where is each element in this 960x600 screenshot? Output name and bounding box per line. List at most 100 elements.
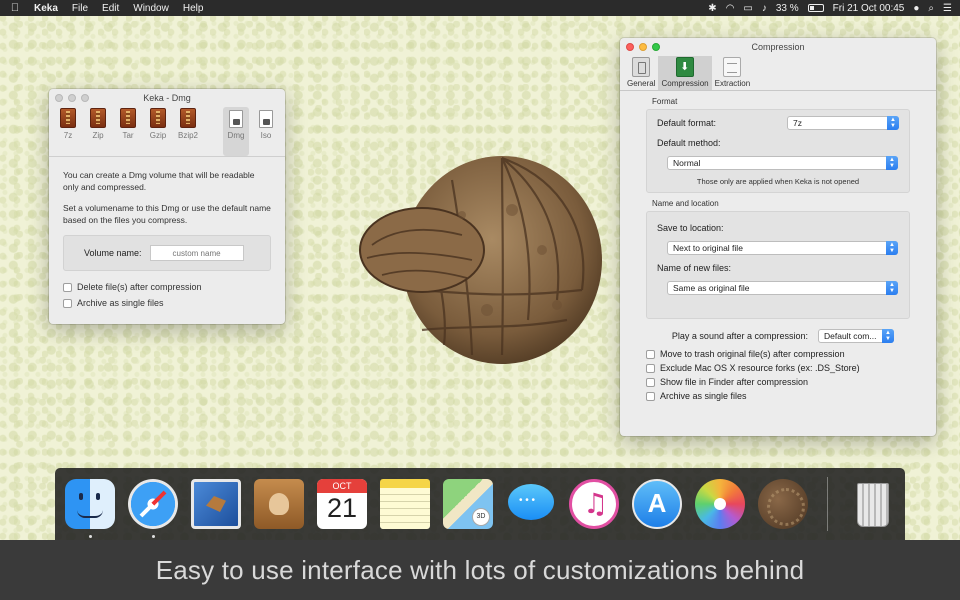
wifi-icon[interactable]: ◠ — [726, 3, 735, 14]
menu-edit[interactable]: Edit — [102, 3, 119, 14]
disk-image-icon — [259, 110, 273, 128]
messages-icon[interactable] — [506, 479, 556, 529]
popup-value: Normal — [673, 158, 701, 168]
zoom-button[interactable] — [81, 94, 89, 102]
minimize-button[interactable] — [68, 94, 76, 102]
save-location-row: Next to original file ▲ ▼ — [647, 238, 909, 258]
menubar:  Keka File Edit Window Help ✱ ◠ ▭ ♪ 33 … — [0, 0, 960, 16]
archive-icon — [150, 108, 166, 128]
popup-value: 7z — [793, 118, 802, 128]
volume-icon[interactable]: ♪ — [762, 3, 767, 14]
bluetooth-icon[interactable]: ✱ — [708, 3, 716, 14]
zoom-button[interactable] — [652, 43, 660, 51]
compression-window-title: Compression — [751, 42, 805, 52]
save-location-label: Save to location: — [657, 223, 724, 233]
format-zip[interactable]: Zip — [85, 107, 111, 156]
safari-icon[interactable] — [128, 479, 178, 538]
user-icon[interactable]: ● — [913, 3, 919, 14]
option-delete-files[interactable]: Delete file(s) after compression — [63, 281, 271, 293]
popup-arrows-icon: ▲ ▼ — [886, 241, 898, 255]
option-archive-single[interactable]: Archive as single files — [63, 297, 271, 309]
tab-extraction[interactable]: Extraction — [712, 56, 754, 90]
default-format-popup[interactable]: 7z ▲ ▼ — [787, 116, 899, 130]
location-group: Save to location: Next to original file … — [646, 211, 910, 319]
apple-menu-icon[interactable]:  — [8, 2, 22, 14]
option-label: Exclude Mac OS X resource forks (ex: .DS… — [660, 363, 860, 373]
finder-icon[interactable] — [65, 479, 115, 538]
battery-percent[interactable]: 33 % — [776, 3, 799, 14]
close-button[interactable] — [626, 43, 634, 51]
default-method-label-row: Default method: — [647, 133, 909, 153]
preferences-toolbar: General Compression Extraction — [620, 56, 936, 91]
defaults-note: Those only are applied when Keka is not … — [696, 177, 860, 186]
tab-general[interactable]: General — [624, 56, 658, 90]
contacts-icon[interactable] — [254, 479, 304, 529]
format-label: Iso — [260, 131, 272, 140]
trash-icon[interactable] — [847, 479, 897, 529]
volume-name-label: Volume name: — [84, 248, 142, 258]
option-exclude-resource-forks[interactable]: Exclude Mac OS X resource forks (ex: .DS… — [646, 363, 910, 373]
checkbox[interactable] — [646, 349, 655, 359]
format-iso[interactable]: Iso — [253, 107, 279, 156]
keka-pillbug-illustration — [359, 156, 602, 364]
default-method-popup[interactable]: Normal ▲ ▼ — [667, 156, 898, 170]
notes-icon[interactable] — [380, 479, 430, 529]
battery-icon[interactable] — [807, 4, 824, 12]
compression-titlebar[interactable]: Compression — [620, 38, 936, 56]
minimize-button[interactable] — [639, 43, 647, 51]
archive-icon — [90, 108, 106, 128]
format-7z[interactable]: 7z — [55, 107, 81, 156]
running-indicator — [152, 535, 155, 538]
checkbox[interactable] — [63, 282, 72, 292]
menu-app-keka[interactable]: Keka — [34, 3, 58, 14]
close-button[interactable] — [55, 94, 63, 102]
checkbox[interactable] — [646, 391, 655, 401]
name-files-popup[interactable]: Same as original file ▲ ▼ — [667, 281, 898, 295]
location-section-label: Name and location — [652, 199, 719, 208]
format-label: Zip — [92, 131, 104, 140]
option-move-to-trash[interactable]: Move to trash original file(s) after com… — [646, 349, 910, 359]
mail-icon[interactable] — [191, 479, 241, 529]
format-bzip2[interactable]: Bzip2 — [175, 107, 201, 156]
format-label: Tar — [122, 131, 134, 140]
checkbox[interactable] — [646, 363, 655, 373]
spotlight-icon[interactable]: ⌕ — [928, 3, 934, 14]
save-location-popup[interactable]: Next to original file ▲ ▼ — [667, 241, 898, 255]
sound-popup[interactable]: Default com... ▲ ▼ — [818, 329, 894, 343]
option-label: Delete file(s) after compression — [77, 282, 202, 292]
format-gzip[interactable]: Gzip — [145, 107, 171, 156]
format-section-label: Format — [652, 97, 678, 106]
airplay-icon[interactable]: ▭ — [743, 3, 752, 14]
general-switch-icon — [632, 57, 651, 77]
extraction-document-icon — [723, 57, 742, 77]
menu-window[interactable]: Window — [133, 3, 169, 14]
tab-compression[interactable]: Compression — [658, 56, 712, 90]
volume-name-input[interactable] — [149, 245, 244, 261]
app-store-icon[interactable] — [632, 479, 682, 529]
option-label: Move to trash original file(s) after com… — [660, 349, 845, 359]
maps-icon[interactable] — [443, 479, 493, 529]
keka-dmg-window: Keka - Dmg 7z Zip Tar Gzip Bzip2 Dmg Iso… — [49, 89, 285, 324]
menubar-clock[interactable]: Fri 21 Oct 00:45 — [833, 3, 905, 14]
calendar-icon[interactable]: OCT 21 — [317, 479, 367, 529]
photos-icon[interactable] — [695, 479, 745, 529]
keka-app-icon[interactable] — [758, 479, 808, 529]
checkbox[interactable] — [63, 298, 72, 308]
compression-preferences-window: Compression General Compression Extracti… — [620, 38, 936, 436]
promo-caption: Easy to use interface with lots of custo… — [0, 540, 960, 600]
option-label: Show file in Finder after compression — [660, 377, 809, 387]
menu-file[interactable]: File — [72, 3, 88, 14]
format-dmg[interactable]: Dmg — [223, 107, 249, 156]
calendar-month: OCT — [317, 479, 367, 493]
tab-label: Compression — [661, 79, 709, 88]
option-archive-single[interactable]: Archive as single files — [646, 391, 910, 401]
dmg-titlebar[interactable]: Keka - Dmg — [49, 89, 285, 107]
compression-options: Move to trash original file(s) after com… — [646, 349, 910, 401]
format-tar[interactable]: Tar — [115, 107, 141, 156]
option-show-in-finder[interactable]: Show file in Finder after compression — [646, 377, 910, 387]
checkbox[interactable] — [646, 377, 655, 387]
notification-center-icon[interactable]: ☰ — [943, 3, 952, 14]
option-label: Archive as single files — [77, 298, 164, 308]
itunes-icon[interactable] — [569, 479, 619, 529]
menu-help[interactable]: Help — [183, 3, 204, 14]
